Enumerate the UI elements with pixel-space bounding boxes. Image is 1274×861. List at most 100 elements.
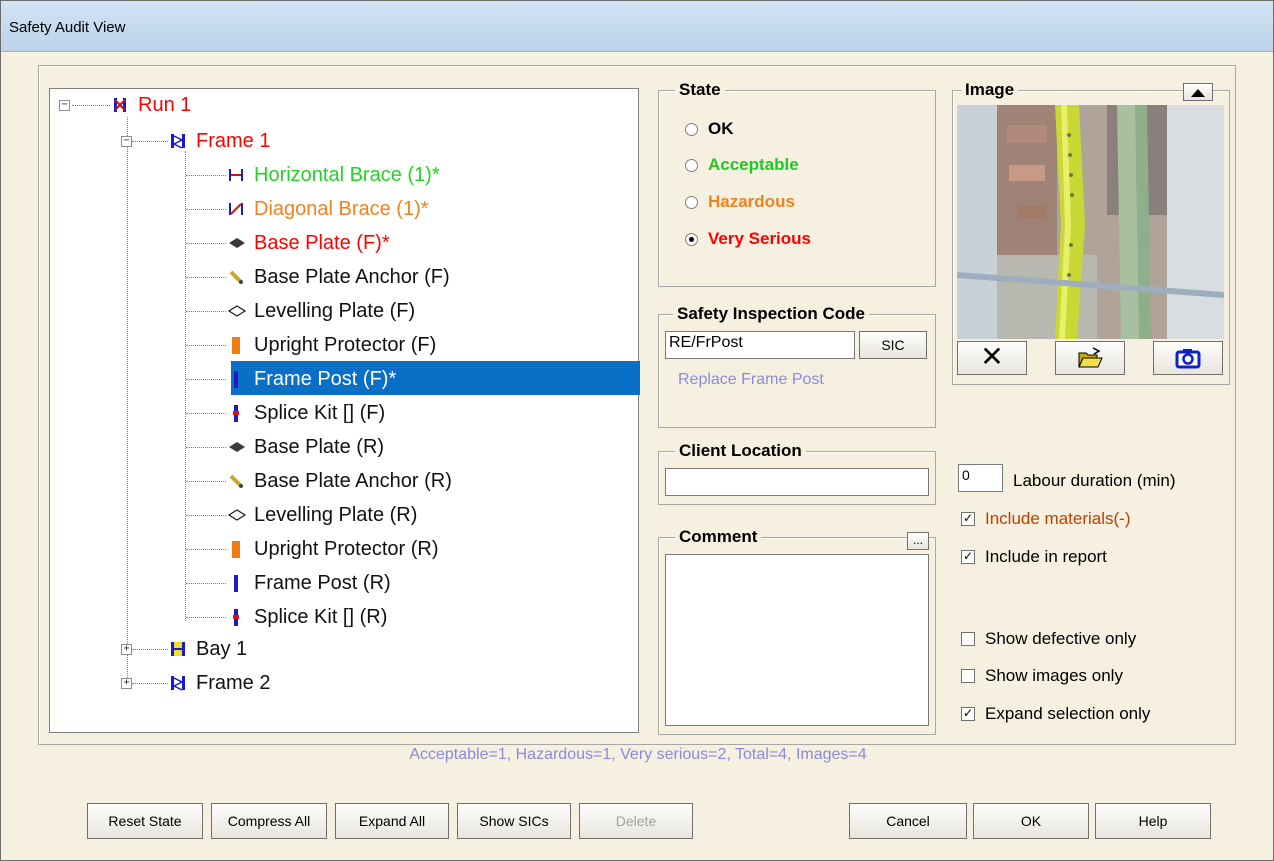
tree-connector [186,277,226,278]
tree-item-run-1[interactable]: Run 1 [112,89,195,121]
tree-connector [186,447,226,448]
tree-item-bay-1[interactable]: Bay 1 [170,633,251,665]
tree-connector [186,379,226,380]
tree-item-label: Base Plate (R) [254,435,385,458]
cancel-button[interactable]: Cancel [849,803,967,839]
tree-connector [132,141,168,142]
tree-item-label: Splice Kit [] (F) [254,401,386,424]
expander-frame-1[interactable]: − [121,136,132,147]
tree-connector [186,481,226,482]
tree-connector [186,617,226,618]
expander-frame-2[interactable]: + [121,678,132,689]
state-option-very-serious[interactable]: Very Serious [685,229,811,249]
tree-item-splice-kit-f[interactable]: Splice Kit [] (F) [228,397,389,429]
include-in-report-checkbox[interactable]: ✓ Include in report [961,547,1107,567]
image-open-button[interactable] [1055,341,1125,375]
tree-connector [72,105,110,106]
radio-button[interactable] [685,195,698,209]
help-button[interactable]: Help [1095,803,1211,839]
delete-button[interactable]: Delete [579,803,693,839]
image-group: Image ✕ [952,80,1230,385]
tree-item-label: Splice Kit [] (R) [254,605,388,628]
tree-item-levelling-plate-f[interactable]: Levelling Plate (F) [227,295,419,327]
title-bar[interactable]: Safety Audit View [1,1,1273,52]
radio-button[interactable] [685,122,698,136]
frame-post-icon [228,574,244,592]
frame-post-icon [228,370,244,388]
tree-connector [127,117,128,682]
comment-textarea[interactable] [665,554,929,726]
radio-button[interactable] [685,232,698,246]
show-defective-only-checkbox[interactable]: Show defective only [961,629,1136,649]
safety-inspection-code-group: Safety Inspection Code RE/FrPost SIC Rep… [658,304,936,428]
tree-item-label: Upright Protector (F) [254,333,437,356]
comment-expand-button[interactable]: ... [907,532,929,550]
labour-duration-input[interactable]: 0 [958,464,1003,492]
component-tree[interactable]: − − + + Run 1 Frame 1 Horizontal Brace (… [49,88,640,733]
image-delete-button[interactable]: ✕ [957,341,1027,375]
state-option-hazardous[interactable]: Hazardous [685,192,795,212]
tree-item-splice-kit-r[interactable]: Splice Kit [] (R) [228,601,391,633]
window-title: Safety Audit View [9,19,126,36]
tree-item-label: Frame Post (R) [254,571,391,594]
tree-item-base-plate-anchor-r[interactable]: Base Plate Anchor (R) [228,465,456,497]
base-plate-anchor-icon [228,268,244,286]
state-option-acceptable[interactable]: Acceptable [685,155,799,175]
expander-bay-1[interactable]: + [121,644,132,655]
ok-button[interactable]: OK [973,803,1089,839]
include-materials-checkbox[interactable]: ✓ Include materials(-) [961,509,1131,529]
show-sics-button[interactable]: Show SICs [457,803,571,839]
diagonal-brace-icon [228,200,244,218]
expand-selection-only-checkbox[interactable]: ✓ Expand selection only [961,704,1150,724]
splice-kit-icon [228,404,244,422]
safety-audit-window: Safety Audit View − − + + Run 1 Frame 1 [0,0,1274,861]
tree-item-frame-post-f[interactable]: Frame Post (F)* [228,363,400,395]
tree-item-upright-protector-f[interactable]: Upright Protector (F) [228,329,440,361]
image-camera-button[interactable] [1153,341,1223,375]
expander-run-1[interactable]: − [59,100,70,111]
checkbox-box[interactable]: ✓ [961,707,975,721]
tree-item-base-plate-r[interactable]: Base Plate (R) [228,431,388,463]
tree-item-label: Diagonal Brace (1)* [254,197,429,220]
tree-item-frame-1[interactable]: Frame 1 [170,125,274,157]
base-plate-icon [228,438,245,456]
sic-input[interactable]: RE/FrPost [665,331,855,359]
tree-item-levelling-plate-r[interactable]: Levelling Plate (R) [227,499,421,531]
show-images-only-checkbox[interactable]: Show images only [961,666,1123,686]
inspection-photo[interactable] [957,105,1224,339]
state-group: State OK Acceptable Hazardous Very Serio… [658,80,936,287]
radio-button[interactable] [685,158,698,172]
checkbox-box[interactable]: ✓ [961,512,975,526]
close-x-icon: ✕ [980,340,1004,373]
image-collapse-button[interactable] [1183,83,1213,101]
checkbox-box[interactable] [961,669,975,683]
client-location-input[interactable] [665,468,929,496]
compress-all-button[interactable]: Compress All [211,803,327,839]
checkbox-box[interactable]: ✓ [961,550,975,564]
image-group-title: Image [961,80,1019,100]
checkbox-label: Include materials(-) [985,509,1131,528]
tree-item-frame-2[interactable]: Frame 2 [170,667,274,699]
tree-item-frame-post-r[interactable]: Frame Post (R) [228,567,395,599]
tree-item-base-plate-anchor-f[interactable]: Base Plate Anchor (F) [228,261,454,293]
reset-state-button[interactable]: Reset State [87,803,203,839]
tree-connector [132,649,168,650]
base-plate-icon [228,234,245,252]
checkbox-box[interactable] [961,632,975,646]
tree-item-label: Levelling Plate (R) [254,503,418,526]
tree-connector [186,413,226,414]
tree-item-horizontal-brace[interactable]: Horizontal Brace (1)* [228,159,444,191]
tree-item-upright-protector-r[interactable]: Upright Protector (R) [228,533,443,565]
status-summary: Acceptable=1, Hazardous=1, Very serious=… [409,746,867,763]
tree-item-label: Base Plate (F)* [254,231,390,254]
levelling-plate-icon [227,506,247,524]
tree-item-base-plate-f[interactable]: Base Plate (F)* [228,227,394,259]
tree-item-label: Frame Post (F)* [254,367,397,390]
tree-item-diagonal-brace[interactable]: Diagonal Brace (1)* [228,193,433,225]
run-icon [112,96,128,114]
sic-button[interactable]: SIC [859,331,927,359]
client-location-group: Client Location [658,441,936,505]
expand-all-button[interactable]: Expand All [335,803,449,839]
state-option-ok[interactable]: OK [685,119,734,139]
tree-item-label: Frame 2 [196,671,271,694]
